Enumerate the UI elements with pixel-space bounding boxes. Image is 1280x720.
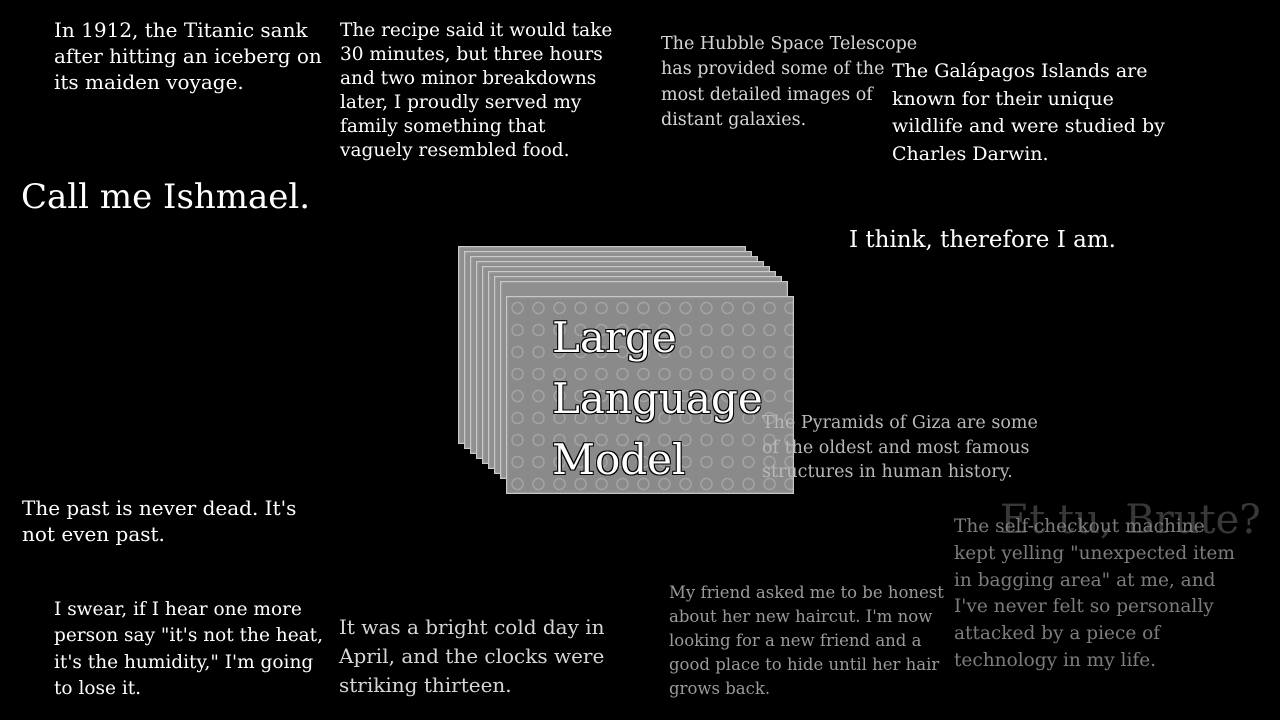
- sentence-recipe: The recipe said it would take 30 minutes…: [340, 20, 613, 162]
- llm-title-line2: Language: [552, 373, 763, 423]
- sentence-haircut: My friend asked me to be honest about he…: [669, 583, 944, 698]
- llm-model-stack: Large Language Model: [452, 246, 812, 498]
- sentence-checkout: The self-checkout machine kept yelling "…: [954, 516, 1235, 672]
- sentence-ishmael: Call me Ishmael.: [21, 177, 311, 217]
- sentence-humidity: I swear, if I hear one more person say "…: [54, 599, 323, 700]
- sentence-orwell: It was a bright cold day in April, and t…: [339, 615, 605, 697]
- sentence-pyramids: The Pyramids of Giza are some of the old…: [762, 413, 1038, 482]
- llm-title-line1: Large: [552, 313, 677, 362]
- llm-title-line3: Model: [552, 434, 686, 484]
- sentence-faulkner: The past is never dead. It's not even pa…: [22, 496, 297, 546]
- sentence-descartes: I think, therefore I am.: [849, 227, 1116, 253]
- llm-title: Large Language Model: [552, 308, 763, 491]
- ghost-text-right: [995, 140, 1255, 160]
- sentence-titanic: In 1912, the Titanic sank after hitting …: [54, 18, 322, 94]
